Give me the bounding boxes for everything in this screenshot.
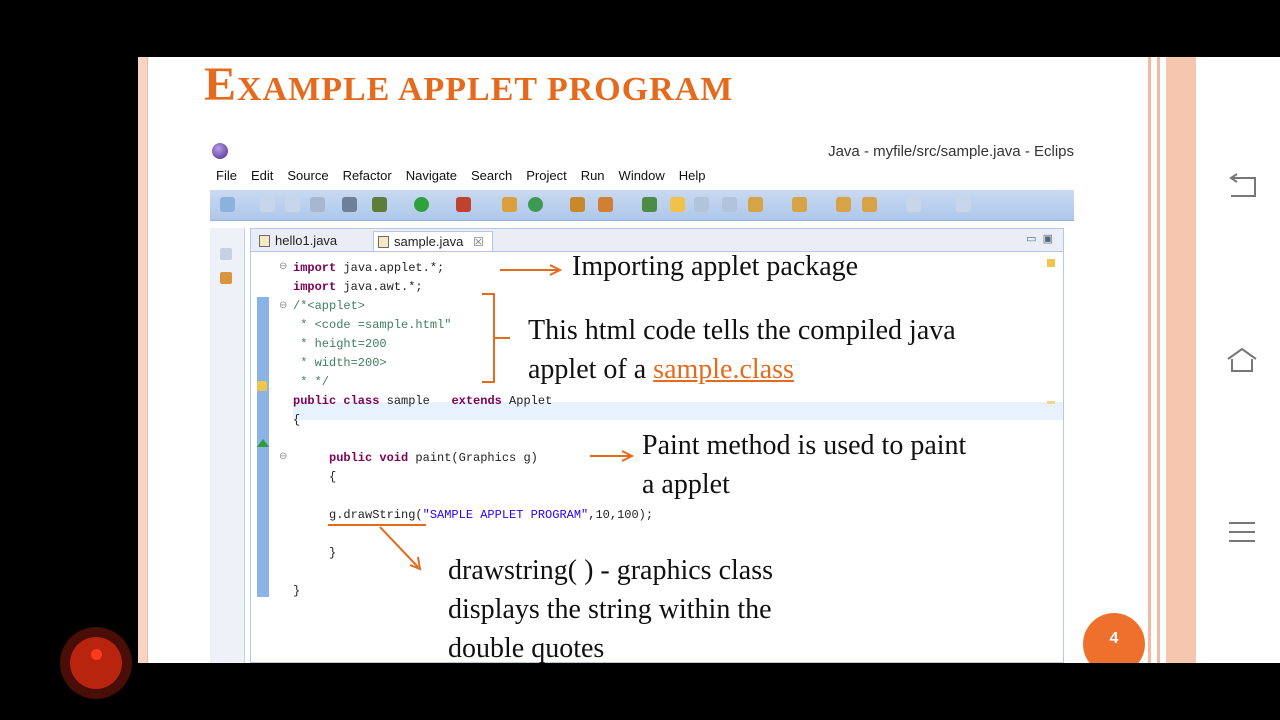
code-line: * width=200>: [293, 356, 387, 370]
forward-icon[interactable]: [906, 197, 921, 212]
slide-title: Example applet program: [204, 57, 733, 113]
code-line: public class sample extends Applet: [293, 394, 553, 408]
menu-run[interactable]: Run: [575, 168, 613, 183]
close-icon[interactable]: ☒: [473, 235, 484, 249]
overview-marker[interactable]: [1047, 401, 1055, 404]
block-selection-icon[interactable]: [694, 197, 709, 212]
tab-label: sample.java: [394, 234, 464, 249]
tab-hello1[interactable]: hello1.java: [255, 231, 345, 251]
show-whitespace-icon[interactable]: [722, 197, 737, 212]
code-line: {: [293, 413, 301, 427]
change-ruler: [257, 297, 269, 597]
last-edit-icon[interactable]: [836, 197, 851, 212]
overview-marker[interactable]: [1047, 259, 1055, 267]
print-icon[interactable]: [310, 197, 325, 212]
page-number-badge: 4: [1083, 613, 1145, 663]
debug-icon[interactable]: [372, 197, 387, 212]
drawstring-annotation-line2: displays the string within the: [448, 594, 772, 625]
menu-navigate[interactable]: Navigate: [400, 168, 465, 183]
code-line: import java.awt.*;: [293, 280, 423, 294]
record-dot-icon: [91, 649, 102, 660]
code-line: g.drawString("SAMPLE APPLET PROGRAM",10,…: [329, 508, 654, 522]
warning-marker-icon: [257, 381, 267, 391]
java-file-icon: [378, 236, 389, 248]
back-icon[interactable]: [1225, 172, 1259, 202]
code-line: * height=200: [293, 337, 387, 351]
menubar: File Edit Source Refactor Navigate Searc…: [210, 164, 1074, 186]
code-line: * <code =sample.html": [293, 318, 452, 332]
slide-right-border: [1148, 57, 1196, 663]
code-line: * */: [293, 375, 330, 389]
html-annotation-line1: This html code tells the compiled java: [528, 315, 956, 346]
save-icon[interactable]: [260, 197, 275, 212]
tab-label: hello1.java: [275, 233, 338, 248]
code-line: }: [293, 584, 301, 598]
wand-icon[interactable]: [342, 197, 357, 212]
menu-window[interactable]: Window: [613, 168, 673, 183]
save-all-icon[interactable]: [285, 197, 300, 212]
external-tools-icon[interactable]: [456, 197, 471, 212]
menu-search[interactable]: Search: [465, 168, 520, 183]
package-explorer-icon[interactable]: [220, 248, 232, 260]
html-annotation-line2: applet of a sample.class: [528, 354, 794, 385]
code-line: public void paint(Graphics g): [329, 451, 538, 465]
menu-refactor[interactable]: Refactor: [337, 168, 400, 183]
tab-sample[interactable]: sample.java ☒: [373, 231, 493, 251]
hierarchy-icon[interactable]: [220, 272, 232, 284]
arrow-drawstring: [328, 524, 426, 571]
override-marker-icon: [257, 439, 269, 447]
search-icon[interactable]: [642, 197, 657, 212]
new-class-icon[interactable]: [528, 197, 543, 212]
left-trim-bar: [210, 228, 245, 663]
paint-annotation-line1: Paint method is used to paint: [642, 430, 967, 461]
arrow-import: [500, 264, 563, 276]
window-title: Java - myfile/src/sample.java - Eclips: [828, 143, 1074, 160]
open-task-icon[interactable]: [598, 197, 613, 212]
prev-annotation-icon[interactable]: [792, 197, 807, 212]
minimize-icon[interactable]: ▭: [1026, 233, 1036, 245]
bracket-html: [482, 293, 510, 383]
back-icon[interactable]: [862, 197, 877, 212]
fold-icon[interactable]: ⊖: [279, 300, 287, 311]
menu-source[interactable]: Source: [281, 168, 336, 183]
eclipse-logo-icon: [212, 143, 228, 159]
paint-annotation-line2: a applet: [642, 469, 730, 500]
slide-title-rest: xample applet program: [237, 71, 734, 108]
code-line: /*<applet>: [293, 299, 366, 313]
import-annotation: Importing applet package: [572, 251, 859, 282]
view-controls: ▭ ▣: [1026, 232, 1053, 245]
maximize-icon[interactable]: ▣: [1043, 233, 1053, 245]
slide-title-initial: E: [204, 58, 238, 111]
home-icon[interactable]: [1225, 345, 1259, 375]
menu-icon[interactable]: [1225, 517, 1259, 547]
java-file-icon: [259, 235, 270, 247]
next-annotation-icon[interactable]: [748, 197, 763, 212]
code-line: {: [329, 470, 337, 484]
sample-class-link[interactable]: sample.class: [653, 354, 794, 385]
side-navigation: [1210, 57, 1280, 663]
run-icon[interactable]: [414, 197, 429, 212]
open-type-icon[interactable]: [570, 197, 585, 212]
pin-editor-icon[interactable]: [956, 197, 971, 212]
menu-help[interactable]: Help: [673, 168, 714, 183]
menu-project[interactable]: Project: [520, 168, 574, 183]
toolbar: [210, 190, 1074, 221]
eclipse-titlebar: Java - myfile/src/sample.java - Eclips: [210, 140, 1074, 162]
drawstring-annotation-line3: double quotes: [448, 633, 605, 663]
record-button[interactable]: [60, 627, 132, 699]
new-icon[interactable]: [220, 197, 235, 212]
menu-edit[interactable]: Edit: [245, 168, 281, 183]
arrow-paint: [590, 450, 635, 462]
slide-left-stripe: [138, 57, 148, 663]
eclipse-window: Java - myfile/src/sample.java - Eclips F…: [210, 140, 1074, 663]
code-line: import java.applet.*;: [293, 261, 445, 275]
drawstring-annotation-line1: drawstring( ) - graphics class: [448, 555, 774, 586]
menu-file[interactable]: File: [210, 168, 245, 183]
new-package-icon[interactable]: [502, 197, 517, 212]
fold-icon[interactable]: ⊖: [279, 261, 287, 272]
fold-icon[interactable]: ⊖: [279, 451, 287, 462]
slide: Example applet program Java - myfile/src…: [138, 57, 1210, 663]
mark-occurrences-icon[interactable]: [670, 197, 685, 212]
